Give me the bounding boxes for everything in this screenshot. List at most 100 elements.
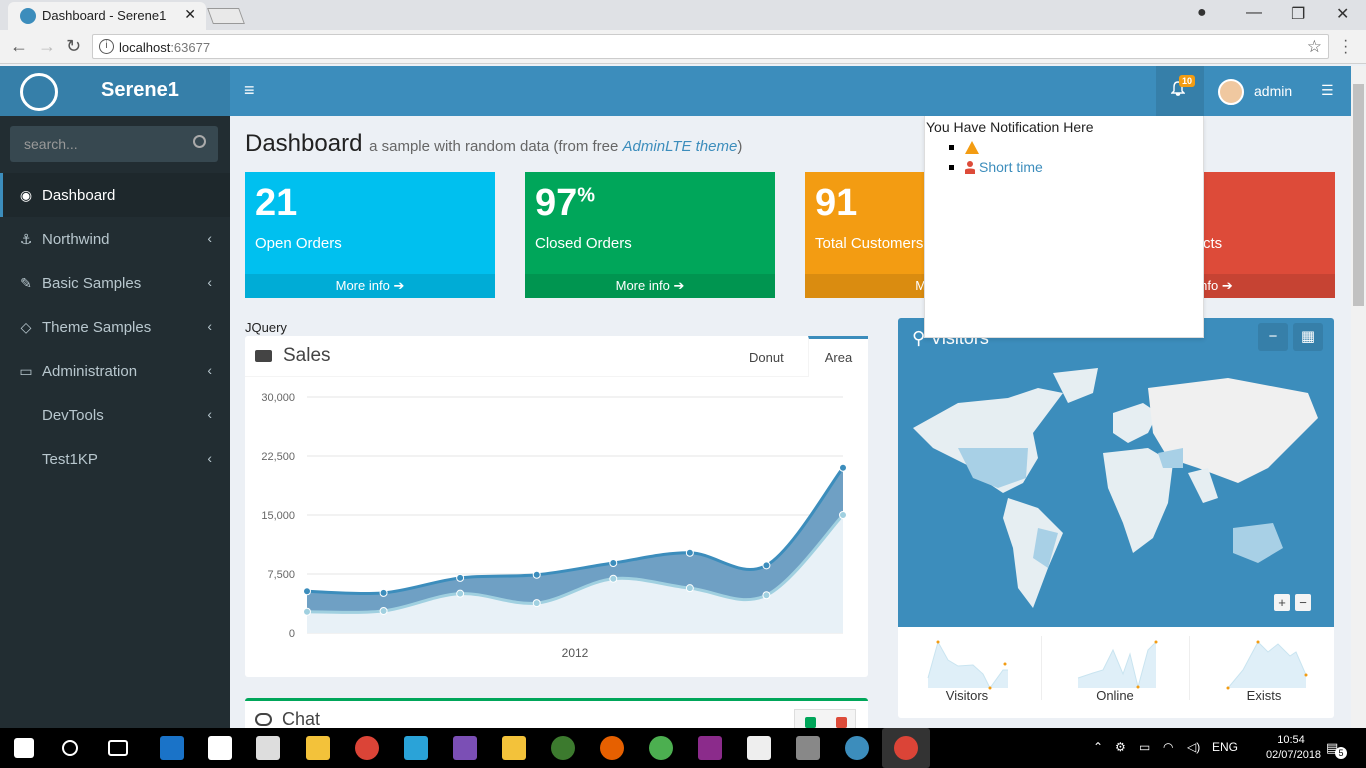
maximize-icon[interactable]: ❐ (1291, 4, 1305, 24)
new-tab-button[interactable] (207, 8, 245, 24)
info-icon[interactable]: i (99, 39, 114, 54)
browser-tab[interactable]: Dashboard - Serene1 ✕ (8, 2, 206, 30)
store-icon[interactable] (208, 736, 232, 760)
window-icon[interactable] (747, 736, 771, 760)
edge-icon[interactable] (160, 736, 184, 760)
chevron-left-icon: ‹ (207, 274, 212, 290)
back-icon[interactable]: ← (10, 36, 28, 57)
task-view-icon[interactable] (108, 740, 128, 756)
zoom-in-button[interactable]: + (1274, 594, 1290, 611)
offline-status-button[interactable] (836, 717, 847, 728)
more-info-link[interactable]: More info ➔ (525, 274, 775, 298)
bookmark-star-icon[interactable]: ☆ (1307, 37, 1322, 57)
sidebar-search-input[interactable]: search... (10, 126, 218, 162)
world-map[interactable]: ⚲ Visitors − ▦ + − (898, 318, 1334, 627)
more-info-link[interactable]: More info ➔ (245, 274, 495, 298)
volume-icon[interactable]: ◁) (1187, 740, 1200, 754)
url-host: localhost (119, 40, 171, 55)
app-icon[interactable] (404, 736, 428, 760)
chevron-left-icon: ‹ (207, 362, 212, 378)
battery-icon[interactable]: ▭ (1139, 740, 1150, 754)
sidebar-item-northwind[interactable]: ⚓ Northwind ‹ (0, 217, 230, 261)
clock-date: 02/07/2018 (1266, 749, 1322, 761)
sparkline-label-online: Online (1096, 688, 1134, 703)
series-2-point (379, 606, 388, 615)
windows-taskbar: ⌃ ⚙ ▭ ◠ ◁) ENG 10:54 02/07/2018 ▤ 5 (0, 728, 1366, 768)
series-1-point (379, 588, 388, 597)
sidebar-item-label: DevTools (42, 407, 104, 424)
sidebar-item-label: Dashboard (42, 187, 116, 204)
chrome-icon[interactable] (355, 736, 379, 760)
calendar-icon[interactable]: ▦ (1293, 323, 1323, 351)
forward-icon[interactable]: → (38, 36, 56, 57)
app-logo[interactable]: Serene1 (0, 66, 230, 116)
sidebar-item-label: Northwind (42, 231, 110, 248)
zoom-out-button[interactable]: − (1295, 594, 1311, 611)
app-name: Serene1 (101, 79, 179, 101)
anchor-icon: ⚓ (19, 231, 33, 247)
scrollbar-thumb[interactable] (1353, 84, 1364, 306)
sidebar-item-basic-samples[interactable]: ✎ Basic Samples ‹ (0, 261, 230, 305)
sparkline-label-exists: Exists (1246, 688, 1282, 703)
page-scrollbar[interactable] (1351, 66, 1366, 728)
series-2-point (456, 589, 465, 598)
stat-label: Closed Orders (535, 235, 632, 252)
sidebar-item-theme-samples[interactable]: ◇ Theme Samples ‹ (0, 305, 230, 349)
network-icon[interactable] (649, 736, 673, 760)
chat-title: Chat (282, 709, 321, 728)
series-1-point (609, 558, 618, 567)
stat-label: cts (1203, 235, 1223, 252)
y-tick-label: 15,000 (261, 510, 295, 522)
series-2-point (762, 591, 771, 600)
collapse-button[interactable]: − (1258, 323, 1288, 351)
sliders-icon[interactable]: ☰ (1321, 82, 1334, 99)
tray-app-icon[interactable]: ⚙ (1115, 740, 1126, 754)
sidebar-item-label: Test1KP (42, 451, 98, 468)
notifications-button[interactable]: 10 (1156, 66, 1204, 116)
file-icon[interactable] (306, 736, 330, 760)
reload-icon[interactable]: ↻ (66, 36, 81, 57)
inbox-icon (255, 350, 272, 362)
language-indicator[interactable]: ENG (1212, 740, 1238, 754)
browser-menu-icon[interactable]: · · · (1343, 33, 1348, 61)
tray-up-arrow-icon[interactable]: ⌃ (1093, 740, 1103, 754)
series-2-point (532, 599, 541, 608)
chrome-active-icon[interactable] (894, 736, 918, 760)
close-window-icon[interactable]: ✕ (1336, 4, 1349, 24)
search-icon[interactable] (62, 740, 78, 756)
stat-value: 21 (255, 182, 298, 224)
file-explorer-icon[interactable] (502, 736, 526, 760)
page-title-text: Dashboard (245, 130, 363, 157)
windows-start-icon[interactable] (14, 738, 34, 758)
sidebar-toggle-icon[interactable]: ≡ (244, 80, 255, 101)
sidebar-item-devtools[interactable]: DevTools ‹ (0, 393, 230, 437)
avatar[interactable] (1218, 79, 1244, 105)
hs-icon[interactable] (551, 736, 575, 760)
wifi-icon[interactable]: ◠ (1163, 740, 1173, 754)
url-input[interactable]: i localhost:63677 ☆ (92, 34, 1329, 59)
sidebar-item-test1kp[interactable]: Test1KP ‹ (0, 437, 230, 481)
clock[interactable]: 10:54 02/07/2018 (1266, 733, 1322, 763)
visual-studio-icon[interactable] (453, 736, 477, 760)
sidebar-item-administration[interactable]: ▭ Administration ‹ (0, 349, 230, 393)
firefox-icon[interactable] (600, 736, 624, 760)
close-tab-icon[interactable]: ✕ (184, 6, 196, 23)
tab-donut[interactable]: Donut (749, 350, 784, 365)
user-icon (965, 161, 975, 174)
adminlte-link[interactable]: AdminLTE theme (623, 138, 738, 155)
username-label[interactable]: admin (1254, 83, 1292, 99)
online-status-button[interactable] (805, 717, 816, 728)
chevron-left-icon: ‹ (207, 230, 212, 246)
minimize-icon[interactable]: — (1246, 4, 1262, 22)
sidebar-item-dashboard[interactable]: ◉ Dashboard (0, 173, 230, 217)
clock-time: 10:54 (1277, 734, 1305, 746)
winrar-icon[interactable] (698, 736, 722, 760)
tools-icon[interactable] (796, 736, 820, 760)
tab-area[interactable]: Area (808, 336, 868, 377)
profile-icon[interactable]: ● (1197, 4, 1207, 22)
search-icon[interactable] (193, 135, 206, 148)
serene-icon[interactable] (845, 736, 869, 760)
stat-box-closed-orders: 97% Closed Orders More info ➔ (525, 172, 775, 298)
mail-icon[interactable] (256, 736, 280, 760)
url-port: :63677 (170, 40, 211, 55)
